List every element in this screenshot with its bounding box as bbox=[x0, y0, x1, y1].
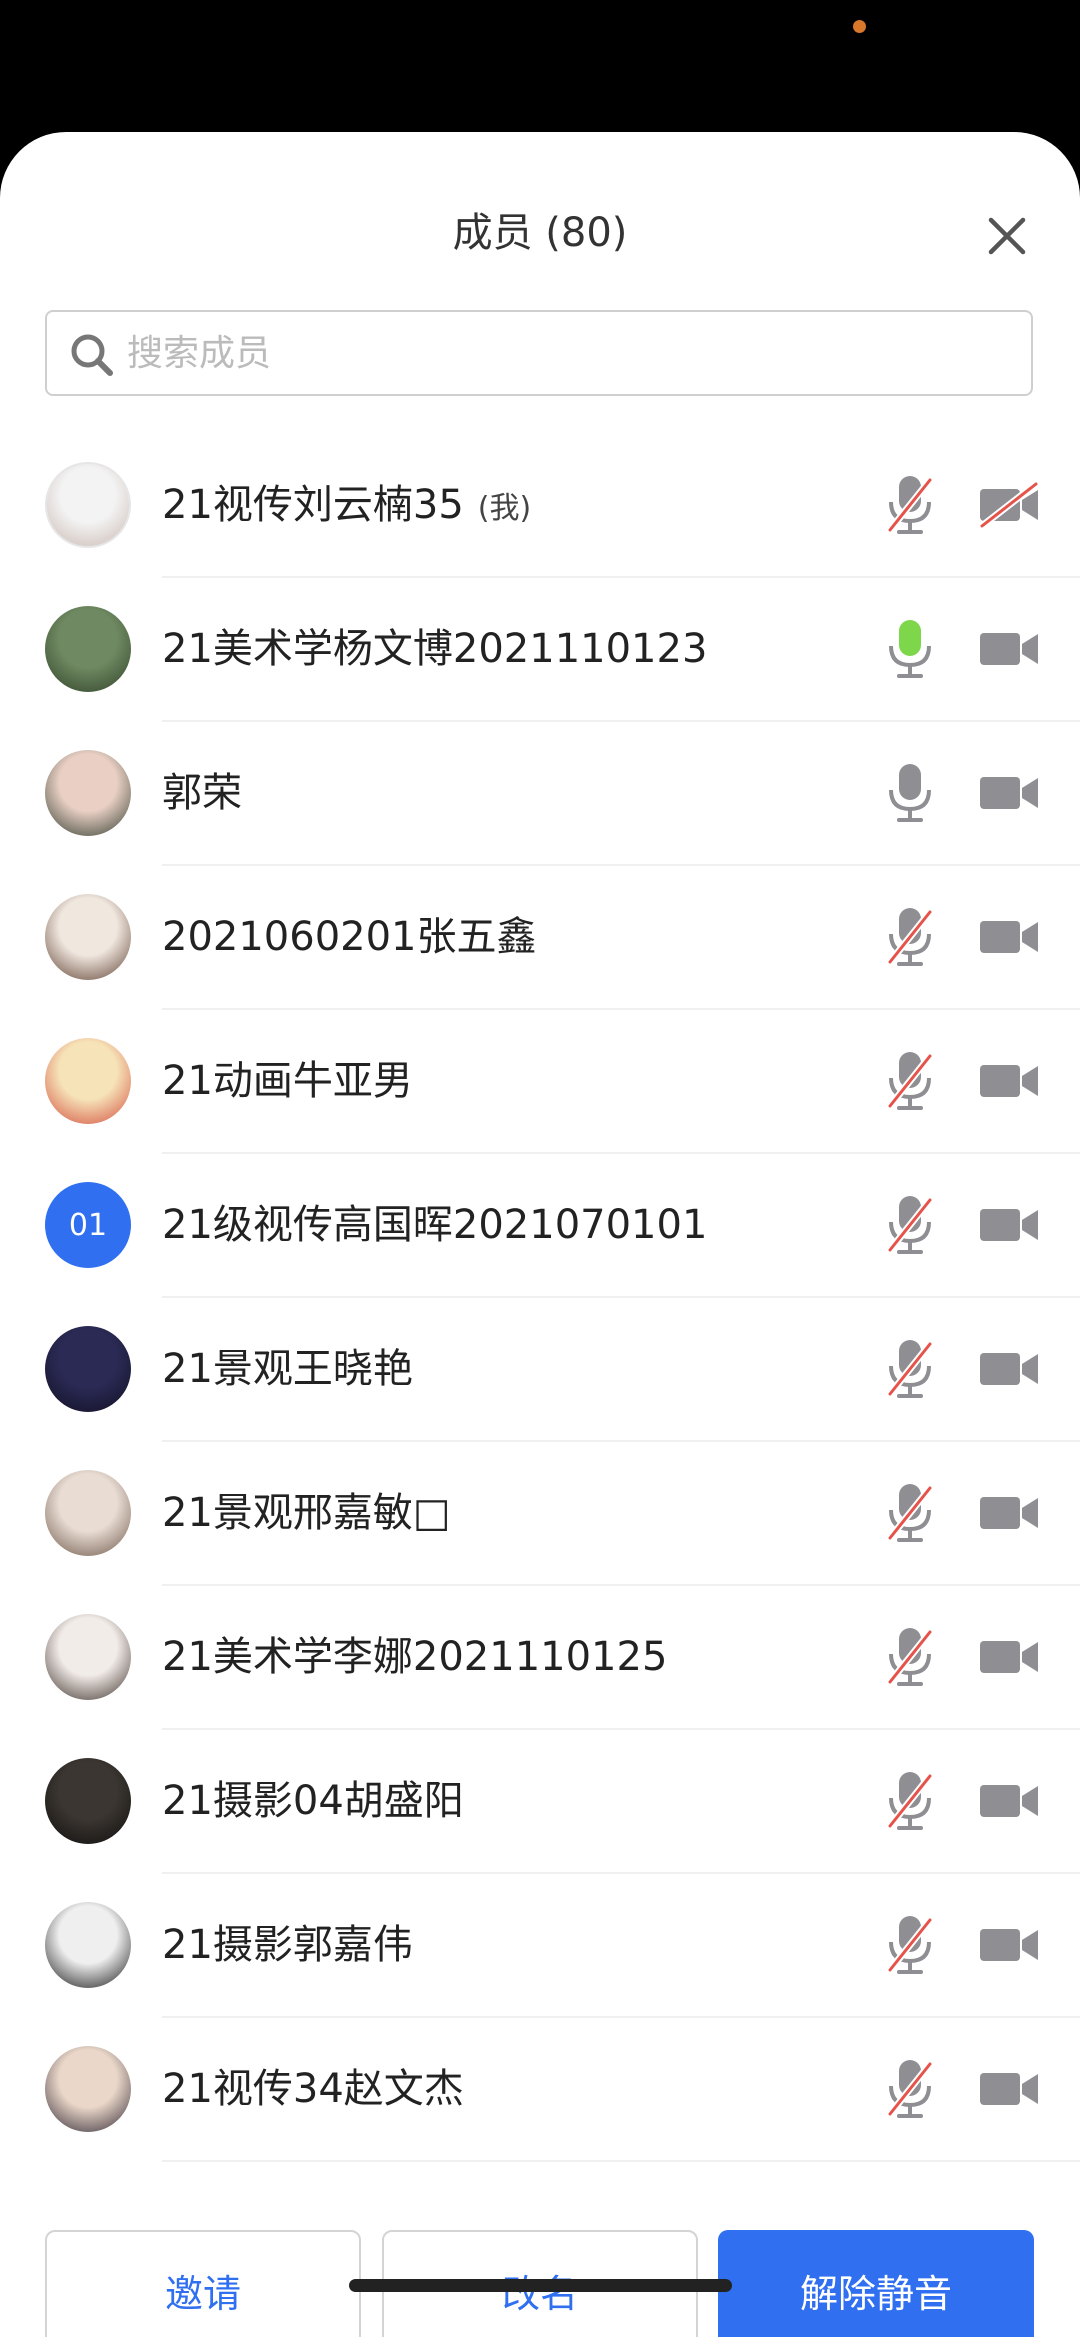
member-row[interactable]: 21摄影04胡盛阳 bbox=[0, 1730, 1080, 1874]
search-input[interactable] bbox=[127, 318, 1007, 388]
video-camera-icon[interactable] bbox=[978, 1922, 1040, 1968]
member-name: 21视传34赵文杰 bbox=[162, 2063, 464, 2115]
member-name: 21美术学李娜2021110125 bbox=[162, 1631, 667, 1683]
member-row[interactable]: 21美术学杨文博2021110123 bbox=[0, 578, 1080, 722]
member-name-text: 21摄影郭嘉伟 bbox=[162, 1922, 413, 1968]
video-camera-icon[interactable] bbox=[978, 1778, 1040, 1824]
member-name-text: 21视传刘云楠35 bbox=[162, 482, 464, 528]
member-list[interactable]: 21视传刘云楠35 (我) 21美术学杨文博2021110123 郭荣 20210602… bbox=[0, 434, 1080, 2207]
member-avatar bbox=[45, 1614, 131, 1700]
member-row[interactable]: 21视传刘云楠35 (我) bbox=[0, 434, 1080, 578]
microphone-muted-icon[interactable] bbox=[884, 1482, 936, 1544]
member-name-text: 21级视传高国晖2021070101 bbox=[162, 1202, 708, 1248]
home-indicator bbox=[349, 2279, 732, 2292]
microphone-icon[interactable] bbox=[884, 762, 936, 824]
member-row[interactable]: 21视传34赵文杰 bbox=[0, 2018, 1080, 2162]
member-avatar bbox=[45, 2046, 131, 2132]
sheet-title: 成员 (80) bbox=[452, 210, 628, 256]
video-camera-icon[interactable] bbox=[978, 2066, 1040, 2112]
member-name-text: 21景观邢嘉敏□ bbox=[162, 1490, 451, 1536]
member-name: 21视传刘云楠35 (我) bbox=[162, 479, 531, 535]
video-camera-icon[interactable] bbox=[978, 1346, 1040, 1392]
member-name: 21美术学杨文博2021110123 bbox=[162, 623, 707, 675]
member-name: 21景观王晓艳 bbox=[162, 1343, 413, 1395]
video-camera-icon[interactable] bbox=[978, 1202, 1040, 1248]
member-name-text: 21景观王晓艳 bbox=[162, 1346, 413, 1392]
member-avatar bbox=[45, 1038, 131, 1124]
video-camera-icon[interactable] bbox=[978, 770, 1040, 816]
member-avatar bbox=[45, 1902, 131, 1988]
member-name-text: 2021060201张五鑫 bbox=[162, 914, 537, 960]
video-camera-off-icon[interactable] bbox=[978, 481, 1040, 529]
member-avatar bbox=[45, 606, 131, 692]
video-camera-icon[interactable] bbox=[978, 626, 1040, 672]
row-divider bbox=[162, 2160, 1080, 2162]
video-camera-icon[interactable] bbox=[978, 1634, 1040, 1680]
member-row[interactable]: 21景观王晓艳 bbox=[0, 1298, 1080, 1442]
microphone-muted-icon[interactable] bbox=[884, 1914, 936, 1976]
member-name: 21级视传高国晖2021070101 bbox=[162, 1199, 707, 1251]
member-avatar bbox=[45, 894, 131, 980]
member-name: 21景观邢嘉敏□ bbox=[162, 1487, 451, 1539]
member-avatar bbox=[45, 1758, 131, 1844]
microphone-muted-icon[interactable] bbox=[884, 1050, 936, 1112]
microphone-muted-icon[interactable] bbox=[884, 474, 936, 536]
member-row[interactable]: 01 21级视传高国晖2021070101 bbox=[0, 1154, 1080, 1298]
member-avatar bbox=[45, 1326, 131, 1412]
member-name: 21摄影04胡盛阳 bbox=[162, 1775, 464, 1827]
video-camera-icon[interactable] bbox=[978, 1490, 1040, 1536]
search-box[interactable] bbox=[45, 310, 1033, 396]
microphone-muted-icon[interactable] bbox=[884, 906, 936, 968]
member-name-text: 21美术学杨文博2021110123 bbox=[162, 626, 708, 672]
member-name: 郭荣 bbox=[162, 767, 242, 819]
member-avatar: 01 bbox=[45, 1182, 131, 1268]
member-name-text: 21美术学李娜2021110125 bbox=[162, 1634, 668, 1680]
member-row[interactable]: 2021060201张五鑫 bbox=[0, 866, 1080, 1010]
close-icon[interactable] bbox=[986, 215, 1028, 257]
member-avatar bbox=[45, 462, 131, 548]
privacy-indicator-dot bbox=[853, 20, 866, 33]
member-avatar bbox=[45, 750, 131, 836]
member-name-text: 21动画牛亚男 bbox=[162, 1058, 413, 1104]
member-row[interactable]: 21景观邢嘉敏□ bbox=[0, 1442, 1080, 1586]
self-label: (我) bbox=[477, 491, 532, 526]
video-camera-icon[interactable] bbox=[978, 914, 1040, 960]
microphone-muted-icon[interactable] bbox=[884, 1338, 936, 1400]
member-row[interactable]: 21美术学李娜2021110125 bbox=[0, 1586, 1080, 1730]
member-name-text: 21摄影04胡盛阳 bbox=[162, 1778, 464, 1824]
action-bar: 邀请 改名 解除静音 bbox=[0, 2207, 1080, 2337]
microphone-icon[interactable] bbox=[884, 618, 936, 680]
member-name: 21动画牛亚男 bbox=[162, 1055, 413, 1107]
microphone-muted-icon[interactable] bbox=[884, 2058, 936, 2120]
member-row[interactable]: 21摄影郭嘉伟 bbox=[0, 1874, 1080, 2018]
invite-button[interactable]: 邀请 bbox=[45, 2230, 361, 2337]
member-name-text: 21视传34赵文杰 bbox=[162, 2066, 464, 2112]
microphone-muted-icon[interactable] bbox=[884, 1626, 936, 1688]
video-camera-icon[interactable] bbox=[978, 1058, 1040, 1104]
member-row[interactable]: 21动画牛亚男 bbox=[0, 1010, 1080, 1154]
search-icon bbox=[71, 334, 113, 376]
member-avatar bbox=[45, 1470, 131, 1556]
microphone-muted-icon[interactable] bbox=[884, 1194, 936, 1256]
member-name: 2021060201张五鑫 bbox=[162, 911, 537, 963]
sheet-header: 成员 (80) bbox=[0, 132, 1080, 272]
member-name: 21摄影郭嘉伟 bbox=[162, 1919, 413, 1971]
members-sheet: 成员 (80) 21视传刘云楠35 (我) 21美术学杨文博2021110123 郭荣… bbox=[0, 132, 1080, 2337]
member-row[interactable]: 郭荣 bbox=[0, 722, 1080, 866]
unmute-button[interactable]: 解除静音 bbox=[718, 2230, 1034, 2337]
microphone-muted-icon[interactable] bbox=[884, 1770, 936, 1832]
member-name-text: 郭荣 bbox=[162, 770, 242, 816]
